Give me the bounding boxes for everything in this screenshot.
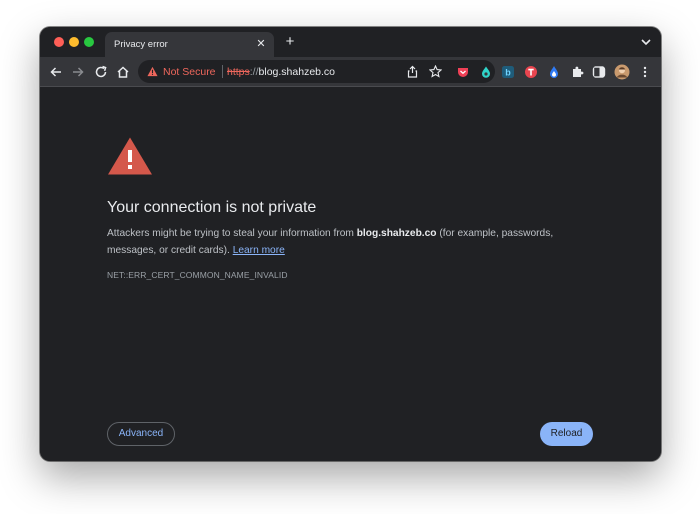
- forward-arrow-icon[interactable]: [70, 64, 86, 80]
- tab-privacy-error[interactable]: Privacy error ✕: [105, 32, 274, 57]
- back-arrow-icon[interactable]: [48, 64, 64, 80]
- omnibox-divider: [222, 65, 223, 78]
- svg-text:b: b: [505, 68, 511, 78]
- t-extension-icon[interactable]: [524, 65, 538, 79]
- chevron-down-icon[interactable]: [641, 38, 651, 46]
- error-page: Your connection is not private Attackers…: [40, 88, 661, 461]
- url-host: blog.shahzeb.co: [258, 66, 336, 78]
- zoom-window-button[interactable]: [84, 37, 94, 47]
- error-code: NET::ERR_CERT_COMMON_NAME_INVALID: [107, 270, 288, 280]
- star-icon[interactable]: [429, 65, 442, 78]
- warning-triangle-icon: [108, 137, 152, 175]
- new-tab-button[interactable]: +: [283, 34, 297, 49]
- description-text: Attackers might be trying to steal your …: [107, 228, 357, 239]
- more-menu-icon[interactable]: [638, 65, 652, 79]
- close-icon[interactable]: ✕: [254, 37, 268, 51]
- share-icon[interactable]: [406, 65, 419, 78]
- url-scheme: https: [227, 66, 250, 78]
- not-secure-label[interactable]: Not Secure: [163, 66, 216, 78]
- page-title: Your connection is not private: [107, 199, 317, 216]
- browser-window: Privacy error ✕ + Not Secure https://blo…: [40, 27, 661, 461]
- url-separator: ://: [249, 66, 259, 78]
- close-window-button[interactable]: [54, 37, 64, 47]
- b-extension-icon[interactable]: b: [501, 65, 515, 79]
- tab-title: Privacy error: [114, 39, 168, 50]
- url-text[interactable]: https://blog.shahzeb.co: [227, 66, 335, 78]
- avatar[interactable]: [614, 64, 630, 80]
- pocket-icon[interactable]: [456, 65, 470, 79]
- puzzle-icon[interactable]: [570, 65, 584, 79]
- sidepanel-icon[interactable]: [592, 65, 606, 79]
- toolbar: Not Secure https://blog.shahzeb.co b: [40, 57, 661, 87]
- description-host: blog.shahzeb.co: [356, 228, 437, 239]
- reload-icon[interactable]: [93, 64, 109, 80]
- advanced-button[interactable]: Advanced: [107, 422, 175, 446]
- address-bar[interactable]: Not Secure https://blog.shahzeb.co: [138, 60, 495, 83]
- tab-strip: Privacy error ✕ +: [40, 27, 661, 57]
- drop-icon[interactable]: [479, 65, 493, 79]
- minimize-window-button[interactable]: [69, 37, 79, 47]
- home-icon[interactable]: [115, 64, 131, 80]
- warning-icon[interactable]: [147, 66, 158, 77]
- learn-more-link[interactable]: Learn more: [233, 245, 285, 256]
- reload-button[interactable]: Reload: [540, 422, 593, 446]
- flame-icon[interactable]: [547, 65, 561, 79]
- error-description: Attackers might be trying to steal your …: [107, 225, 582, 259]
